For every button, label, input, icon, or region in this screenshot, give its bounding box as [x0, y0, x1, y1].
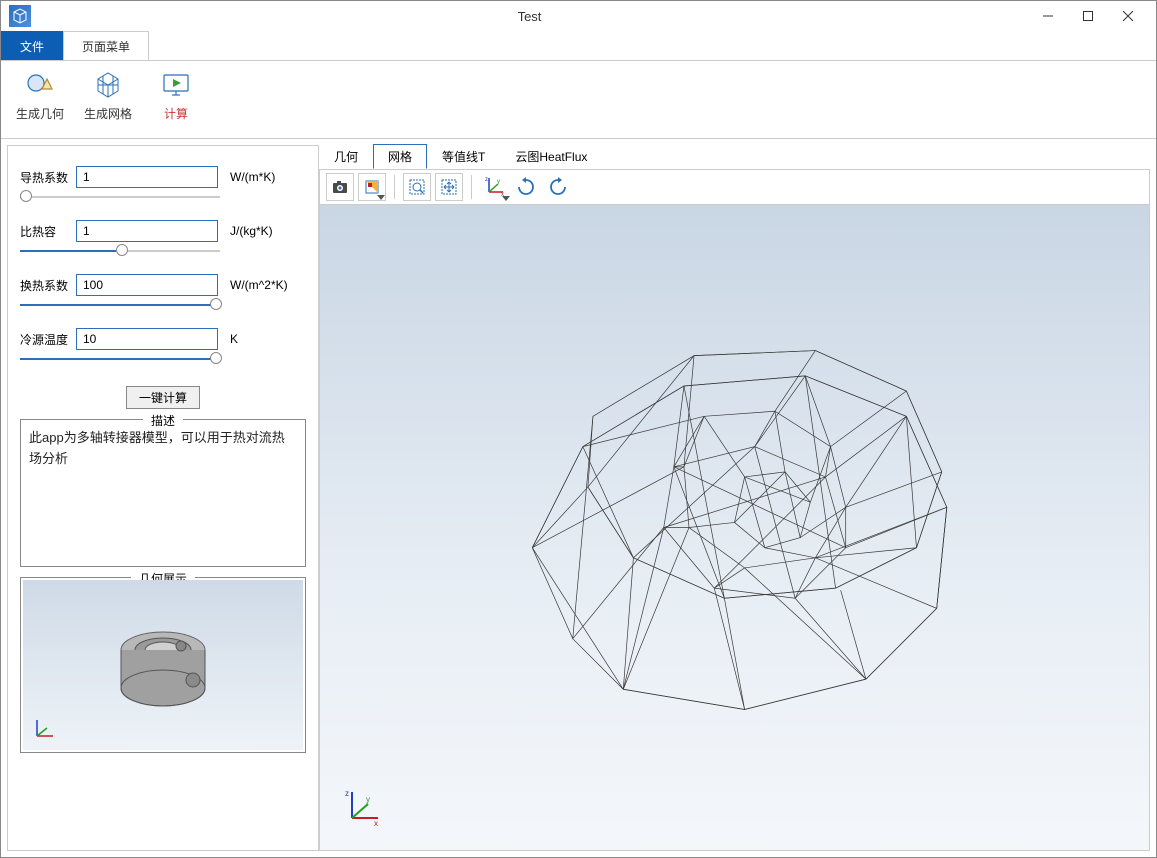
- axis-triad-icon: [31, 716, 57, 742]
- param-label: 换热系数: [20, 277, 70, 294]
- param-specific-heat: 比热容 J/(kg*K): [20, 220, 306, 242]
- maximize-button[interactable]: [1068, 2, 1108, 30]
- geometry-preview-viewport[interactable]: [23, 580, 303, 750]
- view-tabstrip: 几何 网格 等值线T 云图HeatFlux: [319, 145, 1150, 169]
- cold-temp-slider[interactable]: [20, 356, 220, 362]
- transparency-button[interactable]: [358, 173, 386, 201]
- cold-temp-input[interactable]: [76, 328, 218, 350]
- toolbar-separator: [471, 175, 472, 199]
- axis-triad-icon: x z y: [342, 788, 382, 828]
- part-render-icon: [103, 610, 223, 720]
- tab-page-menu[interactable]: 页面菜单: [63, 31, 149, 60]
- param-label: 冷源温度: [20, 331, 70, 348]
- window-title: Test: [31, 9, 1028, 24]
- tab-file[interactable]: 文件: [1, 31, 63, 60]
- thermal-conductivity-input[interactable]: [76, 166, 218, 188]
- svg-text:x: x: [374, 819, 378, 828]
- window-controls: [1028, 2, 1148, 30]
- rotate-ccw-button[interactable]: [544, 173, 572, 201]
- param-label: 比热容: [20, 223, 70, 240]
- ribbon-label: 生成网格: [84, 105, 132, 122]
- parameter-panel: 导热系数 W/(m*K) 比热容 J/(kg*K) 换热系数 W/(m^2*K)…: [7, 145, 319, 851]
- view-tab-cloud[interactable]: 云图HeatFlux: [500, 144, 602, 169]
- svg-text:y: y: [366, 795, 370, 804]
- app-logo-icon: [9, 5, 31, 27]
- pan-button[interactable]: [435, 173, 463, 201]
- ribbon-label: 计算: [164, 105, 188, 122]
- minimize-button[interactable]: [1028, 2, 1068, 30]
- mesh-icon: [92, 69, 124, 101]
- description-fieldset: 描述 此app为多轴转接器模型，可以用于热对流热场分析: [20, 419, 306, 567]
- rotate-cw-button[interactable]: [512, 173, 540, 201]
- param-thermal-conductivity: 导热系数 W/(m*K): [20, 166, 306, 188]
- compute-icon: [160, 69, 192, 101]
- zoom-extents-button[interactable]: [403, 173, 431, 201]
- param-unit: J/(kg*K): [230, 224, 273, 238]
- view-tab-mesh[interactable]: 网格: [373, 144, 427, 169]
- one-click-compute-button[interactable]: 一键计算: [126, 386, 200, 409]
- ribbon-bar: 生成几何 生成网格 计算: [1, 61, 1156, 139]
- viewport-panel: 几何 网格 等值线T 云图HeatFlux x z y: [319, 145, 1150, 851]
- main-tabstrip: 文件 页面菜单: [1, 31, 1156, 61]
- geometry-preview-fieldset: 几何展示: [20, 577, 306, 753]
- svg-text:y: y: [497, 179, 500, 185]
- ribbon-generate-mesh[interactable]: 生成网格: [83, 69, 133, 122]
- view-tab-contour[interactable]: 等值线T: [427, 144, 500, 169]
- ribbon-label: 生成几何: [16, 105, 64, 122]
- title-bar: Test: [1, 1, 1156, 31]
- view-tab-geometry[interactable]: 几何: [319, 144, 373, 169]
- description-legend: 描述: [143, 412, 183, 429]
- specific-heat-slider[interactable]: [20, 248, 220, 254]
- specific-heat-input[interactable]: [76, 220, 218, 242]
- main-area: 导热系数 W/(m*K) 比热容 J/(kg*K) 换热系数 W/(m^2*K)…: [1, 139, 1156, 857]
- 3d-viewport[interactable]: x z y: [319, 205, 1150, 851]
- axis-orientation-button[interactable]: xzy: [480, 173, 508, 201]
- heat-transfer-input[interactable]: [76, 274, 218, 296]
- param-label: 导热系数: [20, 169, 70, 186]
- description-text: 此app为多轴转接器模型，可以用于热对流热场分析: [29, 428, 297, 558]
- svg-text:z: z: [345, 789, 349, 798]
- param-unit: W/(m^2*K): [230, 278, 288, 292]
- ribbon-compute[interactable]: 计算: [151, 69, 201, 122]
- param-heat-transfer-coeff: 换热系数 W/(m^2*K): [20, 274, 306, 296]
- param-unit: W/(m*K): [230, 170, 275, 184]
- toolbar-separator: [394, 175, 395, 199]
- param-unit: K: [230, 332, 238, 346]
- thermal-conductivity-slider[interactable]: [20, 194, 220, 200]
- close-button[interactable]: [1108, 2, 1148, 30]
- ribbon-generate-geometry[interactable]: 生成几何: [15, 69, 65, 122]
- geometry-icon: [24, 69, 56, 101]
- svg-text:z: z: [485, 177, 488, 183]
- param-cold-source-temp: 冷源温度 K: [20, 328, 306, 350]
- heat-transfer-slider[interactable]: [20, 302, 220, 308]
- wireframe-mesh: [320, 205, 1149, 850]
- snapshot-button[interactable]: [326, 173, 354, 201]
- view-toolbar: xzy: [319, 169, 1150, 205]
